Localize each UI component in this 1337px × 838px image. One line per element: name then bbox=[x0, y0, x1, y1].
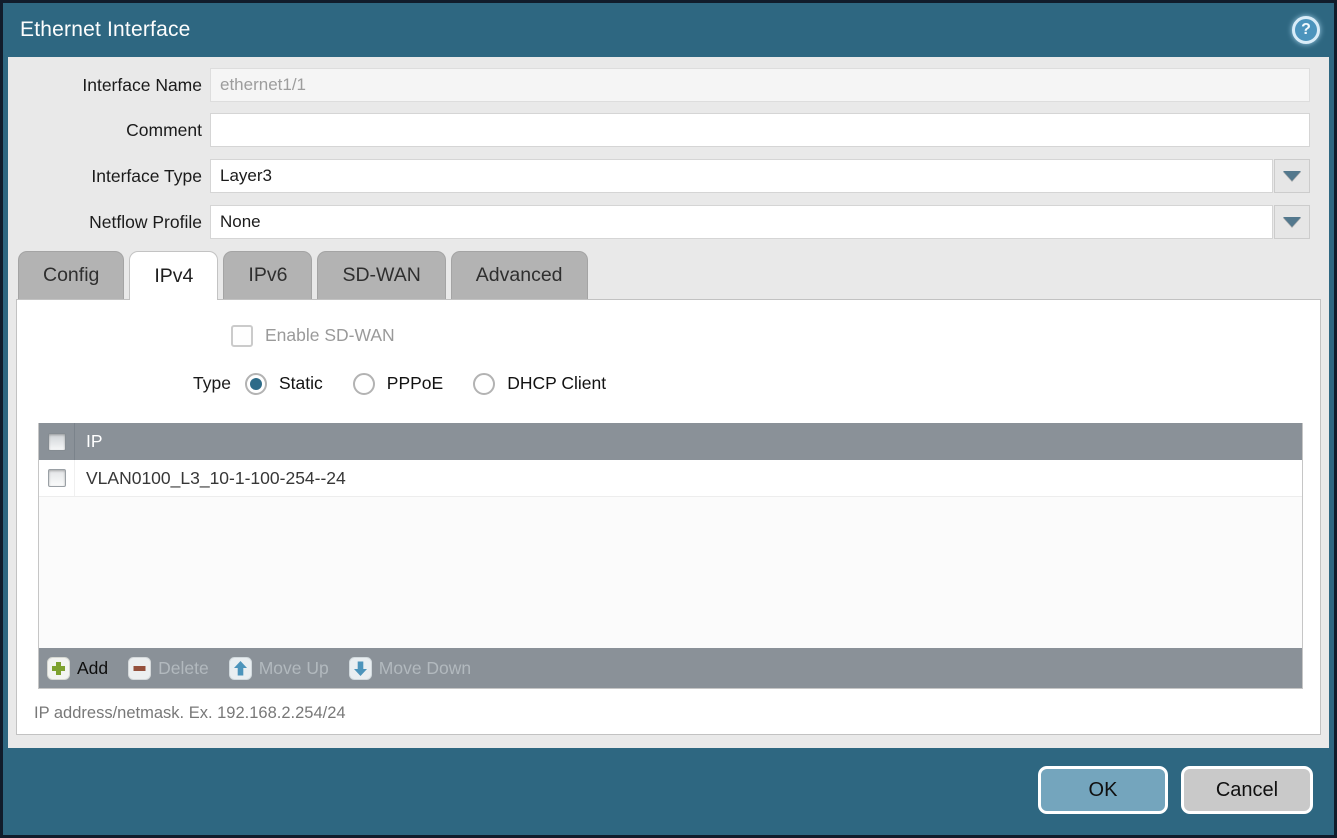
help-icon[interactable]: ? bbox=[1292, 16, 1320, 44]
radio-static[interactable]: Static bbox=[245, 373, 323, 395]
move-up-button-label: Move Up bbox=[259, 658, 329, 679]
select-all-checkbox[interactable] bbox=[48, 433, 66, 451]
plus-icon bbox=[47, 657, 70, 680]
ipv4-tab-panel: Enable SD-WAN Type Static PPPoE DHCP Cli… bbox=[16, 299, 1321, 735]
delete-button-label: Delete bbox=[158, 658, 209, 679]
dialog-title: Ethernet Interface bbox=[20, 18, 1292, 42]
enable-sdwan-checkbox bbox=[231, 325, 253, 347]
add-button-label: Add bbox=[77, 658, 108, 679]
ip-column-header: IP bbox=[75, 423, 103, 460]
ok-button[interactable]: OK bbox=[1038, 766, 1168, 814]
help-glyph: ? bbox=[1301, 21, 1311, 39]
interface-name-label: Interface Name bbox=[8, 75, 202, 96]
radio-pppoe[interactable]: PPPoE bbox=[353, 373, 443, 395]
arrow-up-icon bbox=[229, 657, 252, 680]
table-row[interactable]: VLAN0100_L3_10-1-100-254--24 bbox=[39, 460, 1302, 497]
interface-type-dropdown-button[interactable] bbox=[1274, 159, 1310, 193]
interface-type-label: Interface Type bbox=[8, 166, 202, 187]
ip-format-hint: IP address/netmask. Ex. 192.168.2.254/24 bbox=[34, 704, 1320, 723]
ip-table-body: VLAN0100_L3_10-1-100-254--24 bbox=[39, 460, 1302, 648]
ip-table-header: IP bbox=[39, 423, 1302, 460]
minus-icon bbox=[128, 657, 151, 680]
form-row-comment: Comment bbox=[8, 113, 1329, 147]
comment-label: Comment bbox=[8, 120, 202, 141]
header-check-cell bbox=[39, 423, 75, 460]
chevron-down-icon bbox=[1283, 217, 1301, 227]
netflow-profile-input[interactable] bbox=[210, 205, 1273, 239]
enable-sdwan-row: Enable SD-WAN bbox=[231, 324, 1320, 347]
tab-config[interactable]: Config bbox=[18, 251, 124, 299]
netflow-profile-dropdown-button[interactable] bbox=[1274, 205, 1310, 239]
form-row-interface-type: Interface Type bbox=[8, 159, 1329, 193]
tab-strip: Config IPv4 IPv6 SD-WAN Advanced bbox=[18, 251, 1329, 299]
move-down-button-label: Move Down bbox=[379, 658, 471, 679]
tab-ipv4[interactable]: IPv4 bbox=[129, 251, 218, 300]
radio-static-label: Static bbox=[279, 373, 323, 394]
dialog-footer: OK Cancel bbox=[3, 748, 1334, 835]
form-row-netflow-profile: Netflow Profile bbox=[8, 205, 1329, 239]
radio-dhcp-label: DHCP Client bbox=[507, 373, 606, 394]
delete-button[interactable]: Delete bbox=[128, 657, 209, 680]
radio-dhcp-circle[interactable] bbox=[473, 373, 495, 395]
tab-advanced[interactable]: Advanced bbox=[451, 251, 588, 299]
enable-sdwan-label: Enable SD-WAN bbox=[265, 325, 395, 346]
row-checkbox[interactable] bbox=[48, 469, 66, 487]
interface-name-input bbox=[210, 68, 1310, 102]
dialog-body: Interface Name Comment Interface Type Ne… bbox=[8, 57, 1329, 748]
netflow-profile-label: Netflow Profile bbox=[8, 212, 202, 233]
move-up-button[interactable]: Move Up bbox=[229, 657, 329, 680]
radio-dhcp-client[interactable]: DHCP Client bbox=[473, 373, 606, 395]
comment-input[interactable] bbox=[210, 113, 1310, 147]
row-check-cell bbox=[39, 460, 75, 496]
type-radio-row: Type Static PPPoE DHCP Client bbox=[17, 372, 1320, 395]
chevron-down-icon bbox=[1283, 171, 1301, 181]
tab-ipv6[interactable]: IPv6 bbox=[223, 251, 312, 299]
cancel-button[interactable]: Cancel bbox=[1181, 766, 1313, 814]
type-label: Type bbox=[17, 373, 231, 394]
ethernet-interface-dialog: Ethernet Interface ? Interface Name Comm… bbox=[0, 0, 1337, 838]
dialog-titlebar: Ethernet Interface ? bbox=[3, 3, 1334, 57]
add-button[interactable]: Add bbox=[47, 657, 108, 680]
arrow-down-icon bbox=[349, 657, 372, 680]
tab-sdwan[interactable]: SD-WAN bbox=[317, 251, 445, 299]
form-row-interface-name: Interface Name bbox=[8, 68, 1329, 102]
ip-cell: VLAN0100_L3_10-1-100-254--24 bbox=[75, 460, 346, 496]
radio-static-circle[interactable] bbox=[245, 373, 267, 395]
ip-table: IP VLAN0100_L3_10-1-100-254--24 bbox=[38, 423, 1303, 689]
move-down-button[interactable]: Move Down bbox=[349, 657, 471, 680]
radio-pppoe-label: PPPoE bbox=[387, 373, 443, 394]
interface-type-input[interactable] bbox=[210, 159, 1273, 193]
ip-table-toolbar: Add Delete Move Up bbox=[39, 648, 1302, 688]
radio-pppoe-circle[interactable] bbox=[353, 373, 375, 395]
